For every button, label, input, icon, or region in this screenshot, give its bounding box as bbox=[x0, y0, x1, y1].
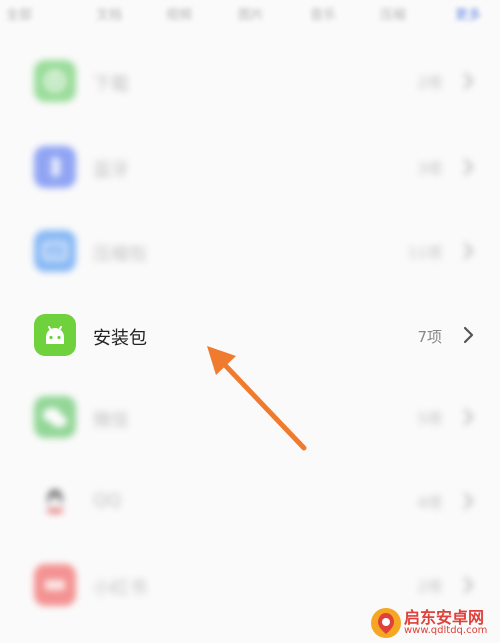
download-icon bbox=[34, 60, 76, 102]
qq-icon bbox=[34, 480, 76, 522]
svg-text:ZIP: ZIP bbox=[49, 248, 62, 257]
zip-icon: ZIP bbox=[34, 230, 76, 272]
chevron-right-icon bbox=[463, 72, 474, 90]
folder-label: QQ bbox=[93, 490, 122, 511]
watermark-logo: 启东安卓网 www.qdltdq.com bbox=[368, 603, 500, 643]
chevron-right-icon bbox=[463, 408, 474, 426]
folder-label: 小红书 bbox=[93, 578, 147, 599]
android-icon bbox=[34, 314, 76, 356]
folder-row-download[interactable]: 下载 2项 bbox=[0, 38, 500, 124]
chevron-right-icon bbox=[463, 492, 474, 510]
tab-music[interactable]: 音乐 bbox=[310, 4, 336, 23]
xiaohongshu-icon bbox=[34, 564, 76, 606]
folder-row-bluetooth[interactable]: 蓝牙 3项 bbox=[0, 124, 500, 210]
folder-label: 安装包 bbox=[93, 328, 147, 349]
folder-row-install-packages[interactable]: 安装包 7项 bbox=[0, 292, 500, 378]
folder-row-archives[interactable]: ZIP 压缩包 11项 bbox=[0, 208, 500, 294]
chevron-right-icon bbox=[463, 158, 474, 176]
item-count: 2项 bbox=[417, 578, 442, 596]
item-count: 11项 bbox=[407, 244, 442, 262]
chevron-right-icon bbox=[463, 326, 474, 344]
wechat-icon bbox=[34, 396, 76, 438]
watermark-url: www.qdltdq.com bbox=[404, 625, 488, 636]
item-count: 2项 bbox=[417, 74, 442, 92]
folder-label: 压缩包 bbox=[93, 244, 147, 265]
item-count: 4项 bbox=[417, 494, 442, 512]
folder-label: 蓝牙 bbox=[93, 160, 129, 181]
bluetooth-icon bbox=[34, 146, 76, 188]
category-tabs: 全部 文档 视频 图片 音乐 压缩 更多 bbox=[0, 0, 500, 28]
tab-documents[interactable]: 文档 bbox=[96, 4, 122, 23]
tab-archives[interactable]: 压缩 bbox=[380, 4, 406, 23]
tab-all[interactable]: 全部 bbox=[6, 4, 32, 23]
tab-pictures[interactable]: 图片 bbox=[238, 4, 264, 23]
folder-row-qq[interactable]: QQ 4项 bbox=[0, 458, 500, 544]
tab-videos[interactable]: 视频 bbox=[166, 4, 192, 23]
tab-more[interactable]: 更多 bbox=[455, 4, 481, 23]
folder-row-wechat[interactable]: 微信 5项 bbox=[0, 374, 500, 460]
folder-label: 下载 bbox=[93, 74, 129, 95]
watermark-logo-icon bbox=[371, 608, 401, 638]
chevron-right-icon bbox=[463, 242, 474, 260]
item-count: 5项 bbox=[417, 410, 442, 428]
item-count: 7项 bbox=[417, 328, 442, 346]
folder-label: 微信 bbox=[93, 410, 129, 431]
item-count: 3项 bbox=[417, 160, 442, 178]
chevron-right-icon bbox=[463, 576, 474, 594]
